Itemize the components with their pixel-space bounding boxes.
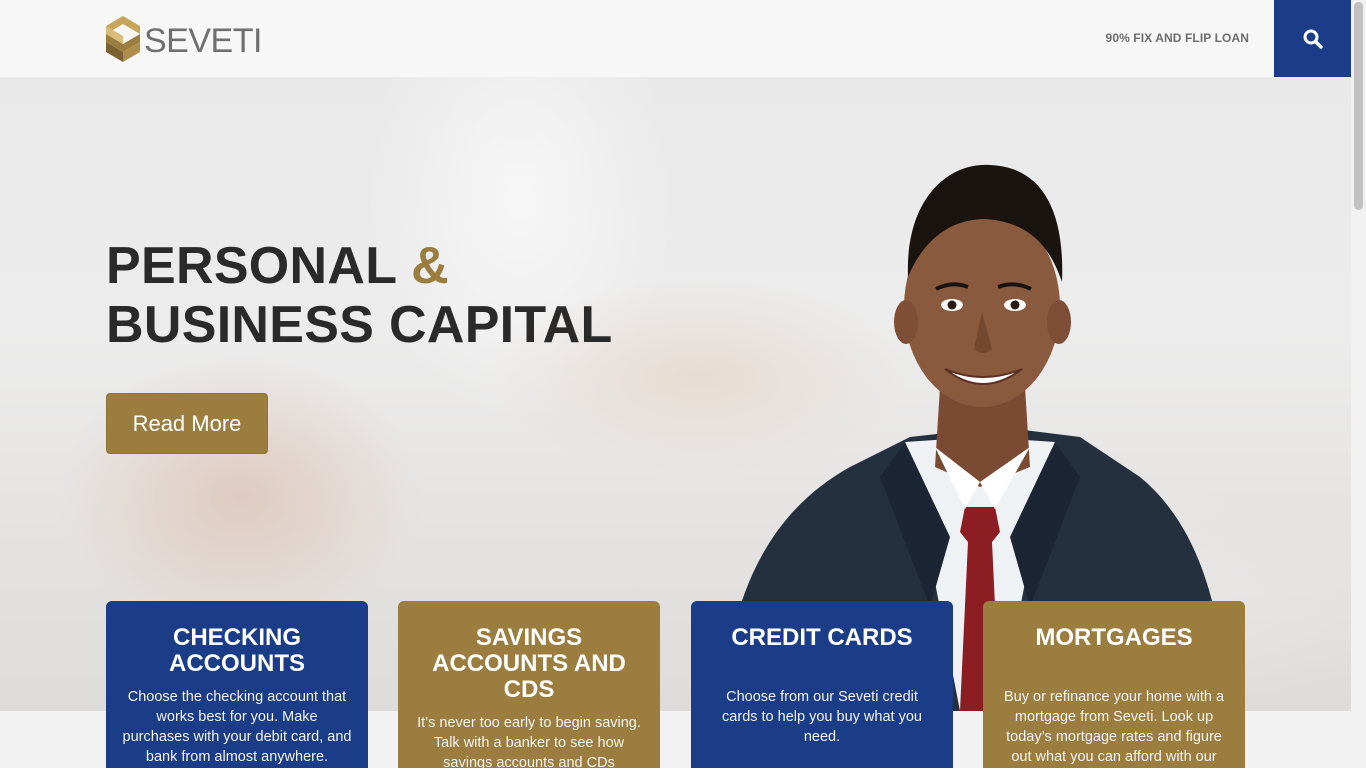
card-mortgages[interactable]: MORTGAGES Buy or refinance your home wit… (983, 601, 1245, 768)
card-title: CREDIT CARDS (731, 624, 913, 651)
card-title: CHECKING ACCOUNTS (169, 624, 305, 677)
card-credit-cards[interactable]: CREDIT CARDS Choose from our Seveti cred… (691, 601, 953, 768)
read-more-button[interactable]: Read More (106, 393, 268, 454)
card-text: Choose from our Seveti credit cards to h… (722, 689, 922, 745)
card-text: It’s never too early to begin saving. Ta… (417, 715, 641, 768)
logo-mark-icon (106, 16, 140, 62)
card-title: MORTGAGES (1035, 624, 1193, 651)
hero-title-personal: PERSONAL (106, 237, 397, 295)
site-header: SEVETI 90% FIX AND FLIP LOAN (0, 0, 1351, 77)
hero-title-ampersand: & (411, 237, 449, 295)
search-button[interactable] (1274, 0, 1351, 77)
card-checking-accounts[interactable]: CHECKING ACCOUNTS Choose the checking ac… (106, 601, 368, 768)
hero-title: PERSONAL & BUSINESS CAPITAL (106, 237, 613, 355)
card-title: SAVINGS ACCOUNTS AND CDS (432, 624, 626, 703)
page-scrollbar[interactable] (1351, 0, 1366, 768)
search-icon (1303, 29, 1323, 49)
scrollbar-thumb[interactable] (1354, 2, 1363, 210)
card-text: Choose the checking account that works b… (122, 689, 352, 765)
hero-title-business-capital: BUSINESS CAPITAL (106, 296, 613, 354)
card-savings-accounts[interactable]: SAVINGS ACCOUNTS AND CDS It’s never too … (398, 601, 660, 768)
nav-link-fix-and-flip-loan[interactable]: 90% FIX AND FLIP LOAN (1106, 31, 1249, 45)
brand-name: SEVETI (144, 22, 262, 60)
brand-logo[interactable]: SEVETI (106, 16, 262, 62)
card-text: Buy or refinance your home with a mortga… (1003, 689, 1225, 765)
